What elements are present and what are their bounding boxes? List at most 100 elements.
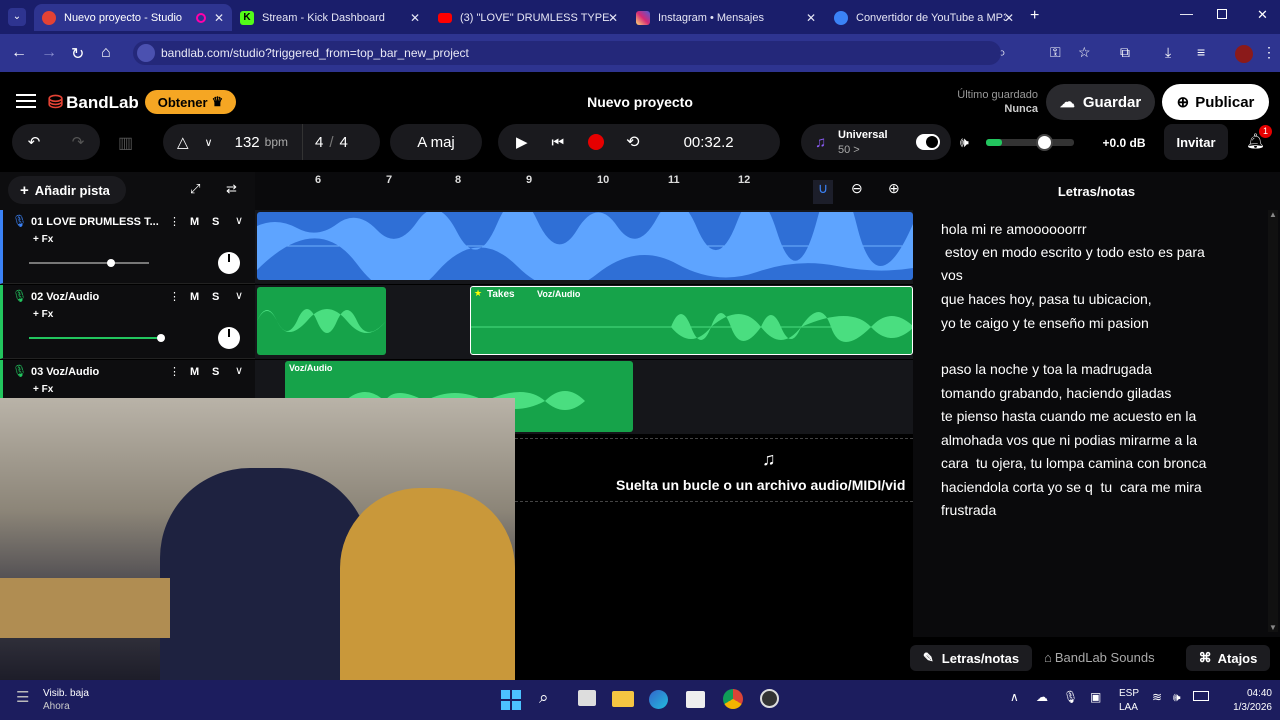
track-row[interactable]: 🎙︎ 03 Voz/Audio ⋮ M S ∨ + Fx (0, 360, 255, 400)
add-track-button[interactable]: + Añadir pista (8, 176, 126, 204)
zoom-out-icon[interactable]: ⊖ (851, 180, 863, 197)
lyrics-scrollbar[interactable]: ▲ ▼ (1268, 210, 1278, 632)
network-tray-icon[interactable]: ☁ (1036, 690, 1048, 704)
track-menu-icon[interactable]: ⋮ (169, 215, 180, 228)
search-icon[interactable]: ⌕ (539, 688, 549, 708)
home-icon[interactable]: ⌂ (101, 44, 111, 62)
mute-button[interactable]: M (190, 216, 199, 228)
back-icon[interactable]: ← (11, 44, 27, 62)
track-menu-icon[interactable]: ⋮ (169, 365, 180, 378)
solo-button[interactable]: S (212, 291, 219, 303)
obtener-button[interactable]: Obtener ♛ (145, 90, 236, 114)
close-icon[interactable]: ✕ (608, 11, 618, 25)
speaker-icon[interactable]: 🕪 (960, 134, 969, 151)
tune-icon[interactable]: ≡ (1197, 44, 1205, 60)
bookmark-star-icon[interactable]: ☆ (1078, 44, 1091, 61)
weather-icon[interactable]: ☰ (16, 688, 29, 706)
downloads-icon[interactable]: ⤓ (1165, 44, 1171, 61)
tab-instagram[interactable]: Instagram • Mensajes ✕ (628, 4, 824, 31)
extensions-icon[interactable]: ⧉ (1120, 44, 1130, 61)
new-tab-button[interactable]: + (1030, 7, 1039, 25)
volume-slider[interactable] (29, 259, 149, 267)
skip-back-icon[interactable]: ⏮ (552, 134, 565, 151)
preset-toggle[interactable] (916, 134, 940, 150)
volume-tray-icon[interactable]: 🕪 (1173, 690, 1181, 705)
close-icon[interactable]: ✕ (806, 11, 816, 25)
volume-slider-thumb[interactable] (107, 259, 115, 267)
lang-line1[interactable]: ESP (1119, 688, 1139, 699)
timeline-ruler[interactable]: 6 7 8 9 10 11 12 ∪ ⊖ ⊕ (255, 172, 913, 210)
address-input[interactable]: bandlab.com/studio?triggered_from=top_ba… (133, 41, 1001, 65)
add-fx-button[interactable]: + Fx (33, 234, 53, 245)
task-view-icon[interactable] (578, 690, 596, 706)
record-icon[interactable] (588, 134, 605, 150)
track-menu-icon[interactable]: ⋮ (169, 290, 180, 303)
store-icon[interactable] (686, 691, 705, 708)
mute-button[interactable]: M (190, 366, 199, 378)
battery-icon[interactable] (1193, 691, 1209, 701)
loop-icon[interactable]: ⟲ (626, 132, 639, 152)
master-volume-knob[interactable] (1036, 134, 1053, 151)
key-button[interactable]: A maj (390, 124, 482, 160)
snap-magnet-icon[interactable]: ∪ (813, 180, 833, 204)
pan-knob[interactable] (218, 327, 240, 349)
close-window-button[interactable]: ✕ (1257, 7, 1268, 23)
chevron-down-icon[interactable]: ∨ (235, 214, 243, 227)
bpm-value[interactable]: 132 (235, 134, 260, 151)
wifi-icon[interactable]: ≋ (1152, 690, 1162, 704)
track-settings-icon[interactable]: ⇄ (226, 181, 237, 197)
project-title[interactable]: Nuevo proyecto (540, 94, 740, 110)
tab-studio[interactable]: Nuevo proyecto - Studio ✕ (34, 4, 232, 31)
volume-slider[interactable] (29, 334, 165, 342)
display-tray-icon[interactable]: ▣ (1090, 690, 1101, 704)
audio-clip[interactable] (257, 212, 913, 280)
close-icon[interactable]: ✕ (1004, 11, 1014, 25)
volume-slider-thumb[interactable] (157, 334, 165, 342)
time-signature-den[interactable]: 4 (340, 134, 348, 151)
tab-youtube[interactable]: (3) "LOVE" DRUMLESS TYPE BE ✕ (430, 4, 626, 31)
menu-icon[interactable]: ⋮ (1262, 44, 1276, 61)
track-row[interactable]: 🎙︎ 01 LOVE DRUMLESS T... ⋮ M S ∨ + Fx (0, 210, 255, 284)
add-fx-button[interactable]: + Fx (33, 384, 53, 395)
close-icon[interactable]: ✕ (410, 11, 420, 25)
close-icon[interactable]: ✕ (214, 11, 224, 25)
edge-icon[interactable] (649, 690, 668, 709)
obs-icon[interactable] (760, 689, 779, 708)
clock-date[interactable]: 1/3/2026 (1222, 702, 1272, 713)
mute-button[interactable]: M (190, 291, 199, 303)
tab-list-button[interactable]: ⌄ (8, 8, 26, 26)
track-row[interactable]: 🎙︎ 02 Voz/Audio ⋮ M S ∨ + Fx (0, 285, 255, 359)
reload-icon[interactable]: ↻ (71, 44, 84, 64)
tab-lyrics[interactable]: ✎ Letras/notas (910, 645, 1032, 671)
play-icon[interactable]: ▶ (516, 133, 528, 151)
start-button-icon[interactable] (501, 690, 521, 710)
track-name[interactable]: 02 Voz/Audio (31, 291, 99, 303)
lang-line2[interactable]: LAA (1119, 702, 1138, 713)
preset-name[interactable]: Universal (838, 129, 888, 141)
undo-icon[interactable]: ↶ (28, 133, 41, 151)
maximize-button[interactable] (1217, 9, 1227, 19)
track-name[interactable]: 03 Voz/Audio (31, 366, 99, 378)
metronome-icon[interactable]: △ (177, 133, 189, 151)
audio-clip-takes[interactable]: ★ Takes Voz/Audio (470, 286, 913, 355)
file-explorer-icon[interactable] (612, 691, 634, 707)
pan-knob[interactable] (218, 252, 240, 274)
tab-converter[interactable]: Convertidor de YouTube a MP3 ✕ (826, 4, 1022, 31)
solo-button[interactable]: S (212, 366, 219, 378)
tab-bandlab-sounds[interactable]: ⌂ BandLab Sounds (1044, 650, 1155, 665)
chevron-down-icon[interactable]: ∨ (235, 289, 243, 302)
automation-icon[interactable]: ⤢ (190, 181, 200, 197)
add-fx-button[interactable]: + Fx (33, 309, 53, 320)
clock-time[interactable]: 04:40 (1222, 688, 1272, 699)
track-name[interactable]: 01 LOVE DRUMLESS T... (31, 216, 159, 228)
tab-kick[interactable]: K Stream - Kick Dashboard ✕ (232, 4, 428, 31)
forward-icon[interactable]: → (41, 44, 57, 62)
hamburger-menu-icon[interactable] (16, 94, 36, 108)
tab-shortcuts[interactable]: ⌘ Atajos (1186, 645, 1270, 671)
publish-button[interactable]: ⊕ Publicar (1162, 84, 1269, 120)
mic-tray-icon[interactable]: 🎙︎ (1063, 690, 1078, 704)
chevron-down-icon[interactable]: ∨ (235, 364, 243, 377)
audio-clip[interactable] (257, 287, 386, 355)
minimize-button[interactable]: — (1180, 6, 1193, 21)
mixer-icon[interactable]: ▥ (118, 133, 133, 153)
